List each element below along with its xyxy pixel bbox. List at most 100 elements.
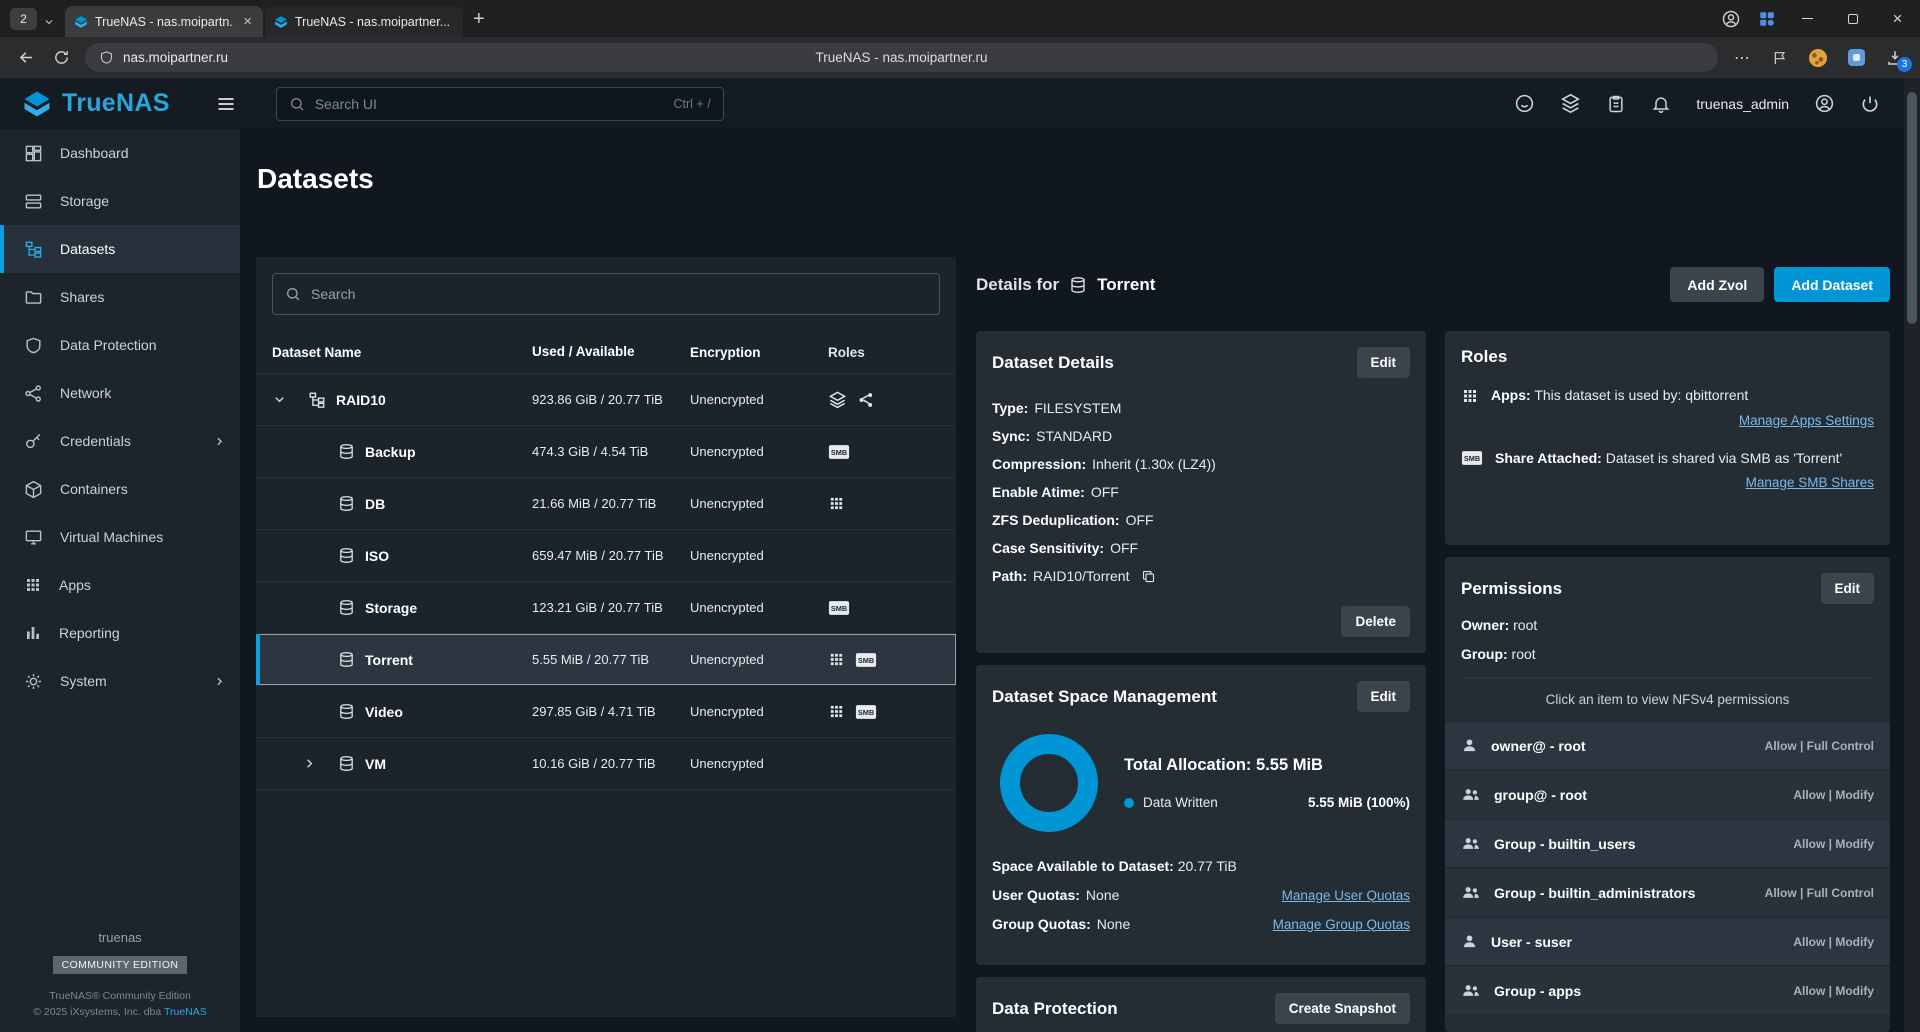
tab-close-icon[interactable]: × <box>241 14 254 29</box>
manage-user-quotas-link[interactable]: Manage User Quotas <box>1282 888 1410 903</box>
dashboard-icon <box>24 144 43 163</box>
profile-avatar-icon[interactable] <box>1713 9 1749 29</box>
sidebar-item-data-protection[interactable]: Data Protection <box>0 321 240 369</box>
global-search[interactable]: Ctrl + / <box>275 86 724 121</box>
edit-permissions-button[interactable]: Edit <box>1820 573 1874 604</box>
encryption-state: Unencrypted <box>690 548 764 563</box>
sidebar-item-credentials[interactable]: Credentials <box>0 417 240 465</box>
power-icon[interactable] <box>1860 94 1880 114</box>
total-allocation: Total Allocation: 5.55 MiB <box>1124 756 1323 774</box>
page-scrollbar[interactable] <box>1904 78 1920 1032</box>
sidebar: Dashboard Storage Datasets Shares Data P… <box>0 129 240 1032</box>
copyright-text: © 2025 iXsystems, Inc. dba <box>33 1006 164 1018</box>
downloads-icon[interactable]: 3 <box>1886 49 1912 72</box>
manage-smb-shares-link[interactable]: Manage SMB Shares <box>1746 475 1874 490</box>
url-bar[interactable]: nas.moipartner.ru TrueNAS - nas.moipartn… <box>85 43 1718 72</box>
browser-tab-active[interactable]: TrueNAS - nas.moipartn... × <box>65 6 263 37</box>
new-tab-button[interactable]: + <box>473 9 485 29</box>
table-row-backup[interactable]: Backup 474.3 GiB / 4.54 TiB Unencrypted … <box>256 425 956 477</box>
network-icon <box>24 384 43 403</box>
copyright-brand-link[interactable]: TrueNAS <box>164 1006 207 1018</box>
folder-icon <box>24 288 43 307</box>
dataset-name: DB <box>365 495 386 512</box>
apps-role-icon <box>828 495 845 512</box>
smb-share-icon: SMB <box>855 652 877 668</box>
edit-space-button[interactable]: Edit <box>1356 681 1410 712</box>
page-title: Datasets <box>257 163 374 194</box>
truecommand-layers-icon[interactable] <box>1560 93 1581 114</box>
table-row-vm[interactable]: VM 10.16 GiB / 20.77 TiB Unencrypted <box>256 737 956 789</box>
logged-in-username[interactable]: truenas_admin <box>1696 96 1789 112</box>
permission-entry[interactable]: Group - builtin_users Allow | Modify <box>1445 820 1890 867</box>
table-row-iso[interactable]: ISO 659.47 MiB / 20.77 TiB Unencrypted <box>256 529 956 581</box>
extension-icon[interactable] <box>1848 49 1865 66</box>
sidebar-item-storage[interactable]: Storage <box>0 177 240 225</box>
alerts-bell-icon[interactable] <box>1651 94 1671 114</box>
datasets-search-input[interactable] <box>311 286 927 302</box>
add-dataset-button[interactable]: Add Dataset <box>1774 267 1890 302</box>
permission-entry[interactable]: group@ - root Allow | Modify <box>1445 771 1890 818</box>
encryption-state: Unencrypted <box>690 600 764 615</box>
permission-entry[interactable]: User - suser Allow | Modify <box>1445 918 1890 965</box>
edit-dataset-details-button[interactable]: Edit <box>1356 347 1410 378</box>
manage-apps-settings-link[interactable]: Manage Apps Settings <box>1739 413 1874 428</box>
split-screen-dots-icon[interactable]: ⋯ <box>1734 48 1751 68</box>
bar-chart-icon <box>24 624 42 642</box>
window-maximize-button[interactable] <box>1830 0 1875 37</box>
table-row-video[interactable]: Video 297.85 GiB / 4.71 TiB Unencrypted … <box>256 685 956 737</box>
global-search-input[interactable] <box>314 95 664 112</box>
sidebar-item-datasets[interactable]: Datasets <box>0 225 240 273</box>
manage-group-quotas-link[interactable]: Manage Group Quotas <box>1273 917 1410 932</box>
tab-counter[interactable]: 2 <box>10 8 37 30</box>
svg-text:SMB: SMB <box>858 656 874 665</box>
datasets-search[interactable] <box>272 273 940 315</box>
table-row-db[interactable]: DB 21.66 MiB / 20.77 TiB Unencrypted <box>256 477 956 529</box>
datasets-tree-icon <box>24 240 43 259</box>
collapse-chevron-down-icon[interactable] <box>272 392 298 407</box>
expand-chevron-right-icon[interactable] <box>302 756 328 771</box>
sidebar-item-apps[interactable]: Apps <box>0 561 240 609</box>
browser-workspaces-icon[interactable] <box>1749 10 1785 28</box>
sidebar-item-shares[interactable]: Shares <box>0 273 240 321</box>
card-title: Permissions <box>1461 578 1563 598</box>
sidebar-item-virtual-machines[interactable]: Virtual Machines <box>0 513 240 561</box>
sidebar-toggle-hamburger-icon[interactable] <box>216 94 236 114</box>
truenas-brand-text[interactable]: TrueNAS <box>62 89 170 118</box>
apps-role-icon <box>828 651 845 668</box>
permission-entry[interactable]: Group - builtin_administrators Allow | F… <box>1445 869 1890 916</box>
copy-path-icon[interactable] <box>1141 569 1156 584</box>
sidebar-item-containers[interactable]: Containers <box>0 465 240 513</box>
permission-entry[interactable]: Group - apps Allow | Modify <box>1445 967 1890 1014</box>
roles-share-row: SMB Share Attached: Dataset is shared vi… <box>1461 449 1874 469</box>
favorites-flag-icon[interactable] <box>1772 50 1788 66</box>
sidebar-item-system[interactable]: System <box>0 657 240 705</box>
sidebar-item-dashboard[interactable]: Dashboard <box>0 129 240 177</box>
truenas-logo[interactable] <box>22 89 52 119</box>
tab-menu-caret-icon[interactable] <box>43 16 55 28</box>
sidebar-item-network[interactable]: Network <box>0 369 240 417</box>
space-available-line: Space Available to Dataset: 20.77 TiB <box>992 858 1237 874</box>
delete-dataset-button[interactable]: Delete <box>1341 606 1410 637</box>
permission-entry[interactable]: owner@ - root Allow | Full Control <box>1445 722 1890 769</box>
sidebar-item-reporting[interactable]: Reporting <box>0 609 240 657</box>
create-snapshot-button[interactable]: Create Snapshot <box>1274 993 1410 1024</box>
sidebar-item-label: Storage <box>60 193 110 209</box>
add-zvol-button[interactable]: Add Zvol <box>1670 267 1765 302</box>
card-title: Dataset Space Management <box>992 686 1217 706</box>
feedback-smiley-icon[interactable] <box>1514 93 1535 114</box>
field-sync: Sync: STANDARD <box>992 428 1113 444</box>
user-menu-avatar-icon[interactable] <box>1814 93 1835 114</box>
back-icon[interactable] <box>17 48 36 67</box>
table-row-torrent-selected[interactable]: Torrent 5.55 MiB / 20.77 TiB Unencrypted… <box>256 633 956 685</box>
scrollbar-thumb[interactable] <box>1907 92 1917 324</box>
reload-icon[interactable] <box>53 49 70 66</box>
window-close-button[interactable]: × <box>1875 0 1920 37</box>
dataset-icon <box>338 599 355 616</box>
jobs-clipboard-icon[interactable] <box>1606 94 1626 114</box>
table-row-raid10[interactable]: RAID10 923.86 GiB / 20.77 TiB Unencrypte… <box>256 373 956 425</box>
window-minimize-button[interactable] <box>1785 0 1830 37</box>
field-atime: Enable Atime: OFF <box>992 484 1119 500</box>
cookie-icon[interactable] <box>1809 48 1827 67</box>
table-row-storage[interactable]: Storage 123.21 GiB / 20.77 TiB Unencrypt… <box>256 581 956 633</box>
browser-tab-inactive[interactable]: TrueNAS - nas.moipartner... <box>265 6 463 37</box>
